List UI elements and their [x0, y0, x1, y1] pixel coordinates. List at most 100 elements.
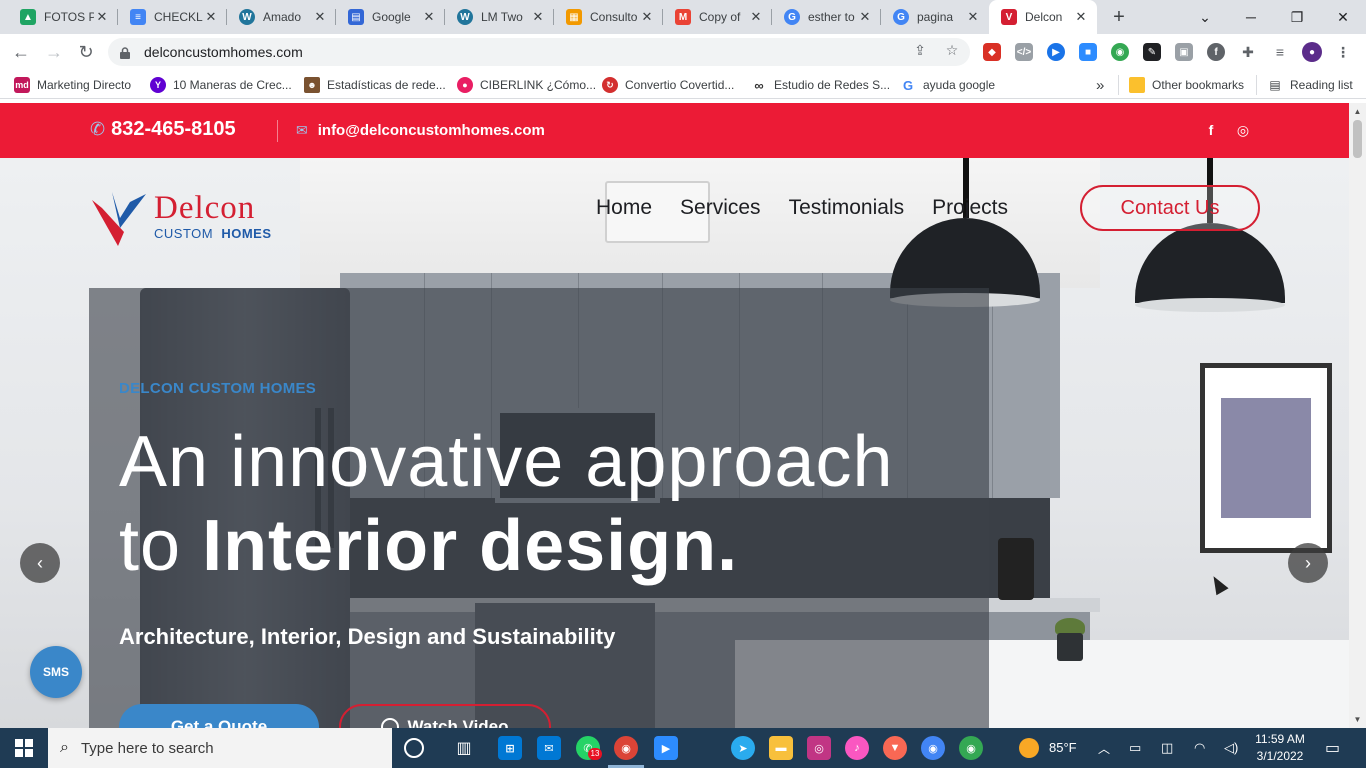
- tray-chevron-icon[interactable]: ︿: [1098, 740, 1110, 757]
- bookmark-estadisticas[interactable]: ☻ Estadísticas de rede...: [304, 75, 446, 95]
- extension-zoom-icon[interactable]: ■: [1079, 43, 1097, 61]
- url-text: delconcustomhomes.com: [144, 44, 303, 60]
- tab-copy-of[interactable]: M Copy of ✕: [663, 0, 772, 34]
- slider-next-button[interactable]: ›: [1288, 543, 1328, 583]
- close-icon[interactable]: ✕: [312, 9, 328, 25]
- scroll-down-icon[interactable]: ▼: [1349, 711, 1366, 728]
- cortana-icon[interactable]: [404, 738, 424, 758]
- coffee-maker: [998, 538, 1034, 600]
- extension-tool-icon[interactable]: ✎: [1143, 43, 1161, 61]
- nav-services[interactable]: Services: [680, 196, 761, 220]
- delcon-logo[interactable]: Delcon CUSTOM HOMES: [90, 188, 271, 248]
- scroll-up-icon[interactable]: ▲: [1349, 103, 1366, 120]
- wordpress-icon: W: [457, 9, 473, 25]
- reading-list[interactable]: ▤ Reading list: [1256, 75, 1353, 95]
- minimize-button[interactable]: ─: [1228, 0, 1274, 34]
- start-button[interactable]: [0, 728, 48, 768]
- notifications-icon[interactable]: ▭: [1325, 738, 1340, 758]
- back-button[interactable]: ←: [8, 39, 34, 65]
- media-control-icon[interactable]: ≡: [1271, 43, 1289, 61]
- mail-icon[interactable]: ✉: [537, 736, 561, 760]
- forward-button[interactable]: →: [41, 39, 67, 65]
- watch-video-button[interactable]: Watch Video: [339, 704, 551, 728]
- itunes-icon[interactable]: ♪: [845, 736, 869, 760]
- tab-consulto[interactable]: ▦ Consulto ✕: [554, 0, 663, 34]
- close-icon[interactable]: ✕: [748, 9, 764, 25]
- sms-chat-button[interactable]: SMS: [30, 646, 82, 698]
- bookmark-marketing-directo[interactable]: md Marketing Directo: [14, 75, 131, 95]
- close-icon[interactable]: ✕: [421, 9, 437, 25]
- tab-fotos[interactable]: ▲ FOTOS P ✕: [8, 0, 118, 34]
- share-icon[interactable]: ⇪: [910, 40, 930, 60]
- nav-testimonials[interactable]: Testimonials: [789, 196, 905, 220]
- volume-icon[interactable]: ◁): [1224, 740, 1238, 756]
- close-icon[interactable]: ✕: [1073, 9, 1089, 25]
- facebook-icon[interactable]: f: [1202, 121, 1220, 139]
- telegram-icon[interactable]: ➤: [731, 736, 755, 760]
- chrome-profile-icon[interactable]: ◉: [921, 736, 945, 760]
- other-bookmarks[interactable]: Other bookmarks: [1118, 75, 1244, 95]
- weather-temp[interactable]: 85°F: [1049, 740, 1077, 755]
- nav-home[interactable]: Home: [596, 196, 652, 220]
- reload-button[interactable]: ↻: [73, 39, 99, 65]
- restore-button[interactable]: ❐: [1274, 0, 1320, 34]
- bookmark-estudio-redes[interactable]: ∞ Estudio de Redes S...: [751, 75, 890, 95]
- battery-icon[interactable]: ▭: [1129, 740, 1141, 756]
- bookmark-ciberlink[interactable]: ● CIBERLINK ¿Cómo...: [457, 75, 596, 95]
- tab-checklist[interactable]: ≡ CHECKL ✕: [118, 0, 227, 34]
- wifi-icon[interactable]: ◠: [1194, 740, 1205, 756]
- weather-sun-icon[interactable]: [1019, 738, 1039, 758]
- scrollbar-thumb[interactable]: [1353, 120, 1362, 158]
- tab-google-forms[interactable]: ▤ Google ✕: [336, 0, 445, 34]
- menu-kebab-icon[interactable]: ⋮: [1334, 43, 1352, 61]
- contact-us-button[interactable]: Contact Us: [1080, 185, 1260, 231]
- zoom-icon[interactable]: ▶: [654, 736, 678, 760]
- tab-lm-two[interactable]: W LM Two ✕: [445, 0, 554, 34]
- extension-pdf-icon[interactable]: ◆: [983, 43, 1001, 61]
- close-icon[interactable]: ✕: [94, 9, 110, 25]
- bookmark-10-maneras[interactable]: Y 10 Maneras de Crec...: [150, 75, 292, 95]
- page-scrollbar[interactable]: ▲ ▼: [1349, 103, 1366, 728]
- tab-search-icon[interactable]: ⌄: [1182, 0, 1228, 34]
- file-explorer-icon[interactable]: ▬: [769, 736, 793, 760]
- tab-esther[interactable]: G esther to ✕: [772, 0, 881, 34]
- get-quote-button[interactable]: Get a Quote: [119, 704, 319, 728]
- taskbar-search[interactable]: ⌕ Type here to search: [48, 728, 392, 768]
- chrome-profile-2-icon[interactable]: ◉: [959, 736, 983, 760]
- close-window-button[interactable]: ✕: [1320, 0, 1366, 34]
- extensions-puzzle-icon[interactable]: ✚: [1239, 43, 1257, 61]
- extension-chrome-icon[interactable]: ◉: [1111, 43, 1129, 61]
- instagram-icon[interactable]: ◎: [1234, 121, 1252, 139]
- bookmark-ayuda-google[interactable]: G ayuda google: [900, 75, 995, 95]
- instagram-app-icon[interactable]: ◎: [807, 736, 831, 760]
- system-clock[interactable]: 11:59 AM 3/1/2022: [1248, 731, 1312, 765]
- nav-projects[interactable]: Projects: [932, 196, 1008, 220]
- close-icon[interactable]: ✕: [639, 9, 655, 25]
- slider-prev-button[interactable]: ‹: [20, 543, 60, 583]
- bookmark-convertio[interactable]: ↻ Convertio Covertid...: [602, 75, 734, 95]
- chrome-icon[interactable]: ◉: [614, 736, 638, 760]
- brave-icon[interactable]: ▼: [883, 736, 907, 760]
- close-icon[interactable]: ✕: [530, 9, 546, 25]
- tab-delcon[interactable]: V Delcon ✕: [989, 0, 1097, 34]
- extension-facebook-icon[interactable]: f: [1207, 43, 1225, 61]
- address-bar[interactable]: delconcustomhomes.com: [108, 38, 970, 66]
- close-icon[interactable]: ✕: [965, 9, 981, 25]
- email-link[interactable]: ✉ info@delconcustomhomes.com: [296, 122, 545, 139]
- profile-avatar[interactable]: ●: [1302, 42, 1322, 62]
- extension-play-icon[interactable]: ▶: [1047, 43, 1065, 61]
- bookmark-star-icon[interactable]: ☆: [942, 40, 962, 60]
- extension-code-icon[interactable]: </>: [1015, 43, 1033, 61]
- extension-grid-icon[interactable]: ▣: [1175, 43, 1193, 61]
- tab-pagina[interactable]: G pagina ✕: [881, 0, 989, 34]
- close-icon[interactable]: ✕: [203, 9, 219, 25]
- bookmarks-overflow-button[interactable]: »: [1096, 75, 1104, 95]
- close-icon[interactable]: ✕: [857, 9, 873, 25]
- new-tab-button[interactable]: +: [1108, 6, 1130, 28]
- task-view-icon[interactable]: ▥: [452, 736, 476, 760]
- phone-link[interactable]: ✆ 832-465-8105: [90, 118, 236, 141]
- lock-icon[interactable]: [120, 46, 130, 59]
- meet-now-icon[interactable]: ◫: [1161, 740, 1173, 756]
- tab-amado[interactable]: W Amado ✕: [227, 0, 336, 34]
- store-icon[interactable]: ⊞: [498, 736, 522, 760]
